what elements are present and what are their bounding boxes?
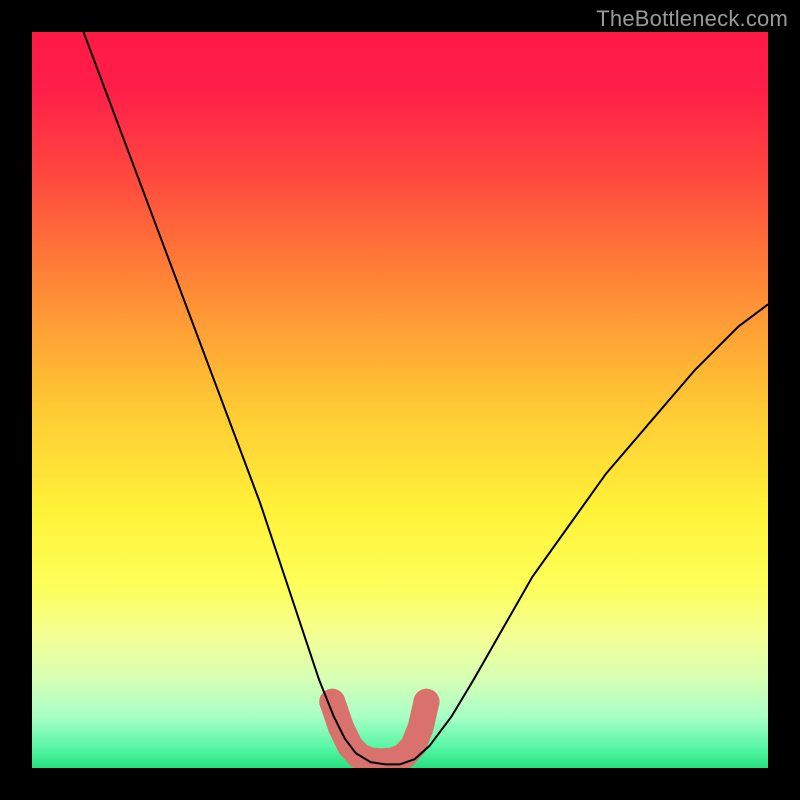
chart-frame: TheBottleneck.com — [0, 0, 800, 800]
gradient-background — [32, 32, 768, 768]
chart-svg — [32, 32, 768, 768]
plot-area — [32, 32, 768, 768]
watermark-text: TheBottleneck.com — [596, 6, 788, 32]
